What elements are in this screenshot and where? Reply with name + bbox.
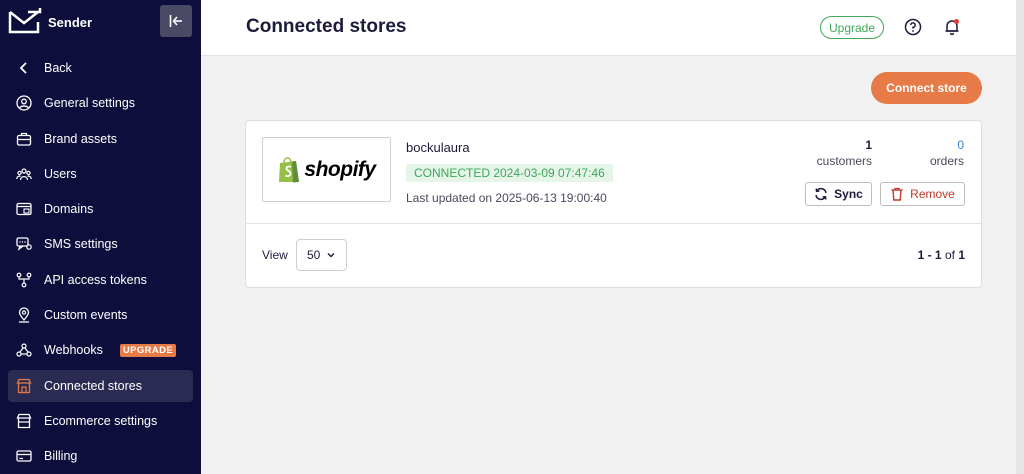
remove-label: Remove	[910, 187, 955, 201]
sms-icon	[16, 236, 32, 252]
sidebar-item-label: Billing	[44, 449, 78, 464]
briefcase-icon	[16, 131, 32, 147]
storefront-icon	[16, 413, 32, 429]
sidebar-item-back[interactable]: Back	[8, 52, 193, 84]
sidebar-item-label: General settings	[44, 96, 136, 111]
sidebar-item-label: API access tokens	[44, 272, 147, 287]
sync-label: Sync	[834, 187, 863, 201]
orders-stat: 0 orders	[906, 138, 964, 168]
store-name: bockulaura	[406, 140, 470, 155]
view-label: View	[262, 248, 288, 262]
per-page-select[interactable]: 50	[296, 239, 347, 271]
remove-button[interactable]: Remove	[880, 182, 965, 206]
sidebar-item-general-settings[interactable]: General settings	[8, 87, 193, 119]
sender-logo-icon	[8, 8, 42, 34]
connection-status-badge: CONNECTED 2024-03-09 07:47:46	[406, 164, 613, 182]
sync-button[interactable]: Sync	[805, 182, 872, 206]
webhook-icon	[16, 342, 32, 358]
brand-name: Sender	[48, 14, 93, 30]
pin-icon	[16, 307, 32, 323]
credit-card-icon	[16, 448, 32, 464]
api-icon	[16, 272, 32, 288]
store-icon	[16, 378, 32, 394]
top-header: Connected stores Upgrade	[201, 0, 1024, 56]
connect-store-button[interactable]: Connect store	[871, 72, 982, 104]
upgrade-button[interactable]: Upgrade	[820, 16, 885, 39]
customers-stat: 1 customers	[806, 138, 872, 168]
chevron-down-icon	[327, 253, 335, 258]
sidebar-item-billing[interactable]: Billing	[8, 440, 193, 472]
sidebar-item-sms-settings[interactable]: SMS settings	[8, 228, 193, 260]
collapse-sidebar-button[interactable]	[160, 5, 192, 37]
sidebar-item-brand-assets[interactable]: Brand assets	[8, 123, 193, 155]
shopify-bag-icon	[279, 156, 300, 182]
sidebar-item-api-access-tokens[interactable]: API access tokens	[8, 264, 193, 296]
sidebar-item-domains[interactable]: Domains	[8, 193, 193, 225]
sidebar-item-ecommerce-settings[interactable]: Ecommerce settings	[8, 405, 193, 437]
page-title: Connected stores	[246, 16, 407, 37]
pagination-total: 1	[958, 248, 965, 262]
sidebar-item-webhooks[interactable]: Webhooks UPGRADE	[8, 334, 193, 366]
scrollbar[interactable]	[1016, 0, 1024, 474]
shopify-logo: shopify	[262, 137, 391, 202]
sync-icon	[815, 187, 827, 201]
card-divider	[246, 223, 981, 224]
domain-icon	[16, 201, 32, 217]
sidebar: Sender Back General settings Brand asset…	[0, 0, 201, 474]
pagination-range: 1 - 1	[917, 248, 942, 262]
sidebar-nav: Back General settings Brand assets Users…	[8, 52, 193, 474]
help-icon[interactable]	[904, 18, 922, 36]
user-circle-icon	[16, 95, 32, 111]
orders-count[interactable]: 0	[906, 138, 964, 152]
sidebar-item-label: Back	[44, 61, 72, 75]
customers-count: 1	[865, 138, 872, 152]
brand[interactable]: Sender	[8, 8, 92, 36]
orders-label: orders	[929, 154, 964, 168]
last-updated-text: Last updated on 2025-06-13 19:00:40	[406, 191, 607, 205]
shopify-wordmark: shopify	[304, 157, 376, 181]
sidebar-item-label: SMS settings	[44, 237, 118, 252]
per-page-value: 50	[307, 248, 321, 262]
sidebar-item-label: Custom events	[44, 308, 128, 323]
pagination-of: of	[944, 248, 955, 262]
sidebar-item-label: Connected stores	[44, 378, 142, 393]
sidebar-item-label: Brand assets	[44, 131, 117, 146]
chevron-left-icon	[16, 60, 32, 76]
collapse-left-icon	[169, 15, 182, 27]
pagination-summary: 1 - 1 of 1	[918, 248, 965, 262]
sidebar-item-label: Ecommerce settings	[44, 413, 158, 428]
sidebar-item-connected-stores[interactable]: Connected stores	[8, 369, 193, 402]
sidebar-item-label: Domains	[44, 202, 94, 217]
sidebar-item-label: Webhooks	[44, 343, 103, 358]
sidebar-item-label: Users	[44, 166, 77, 181]
store-card: shopify bockulaura CONNECTED 2024-03-09 …	[245, 120, 982, 288]
sidebar-item-custom-events[interactable]: Custom events	[8, 299, 193, 331]
users-icon	[16, 166, 32, 182]
notification-bell-icon[interactable]	[943, 18, 961, 36]
upgrade-badge: UPGRADE	[119, 343, 177, 357]
trash-icon	[891, 187, 903, 201]
customers-label: customers	[816, 154, 872, 168]
sidebar-item-users[interactable]: Users	[8, 158, 193, 190]
